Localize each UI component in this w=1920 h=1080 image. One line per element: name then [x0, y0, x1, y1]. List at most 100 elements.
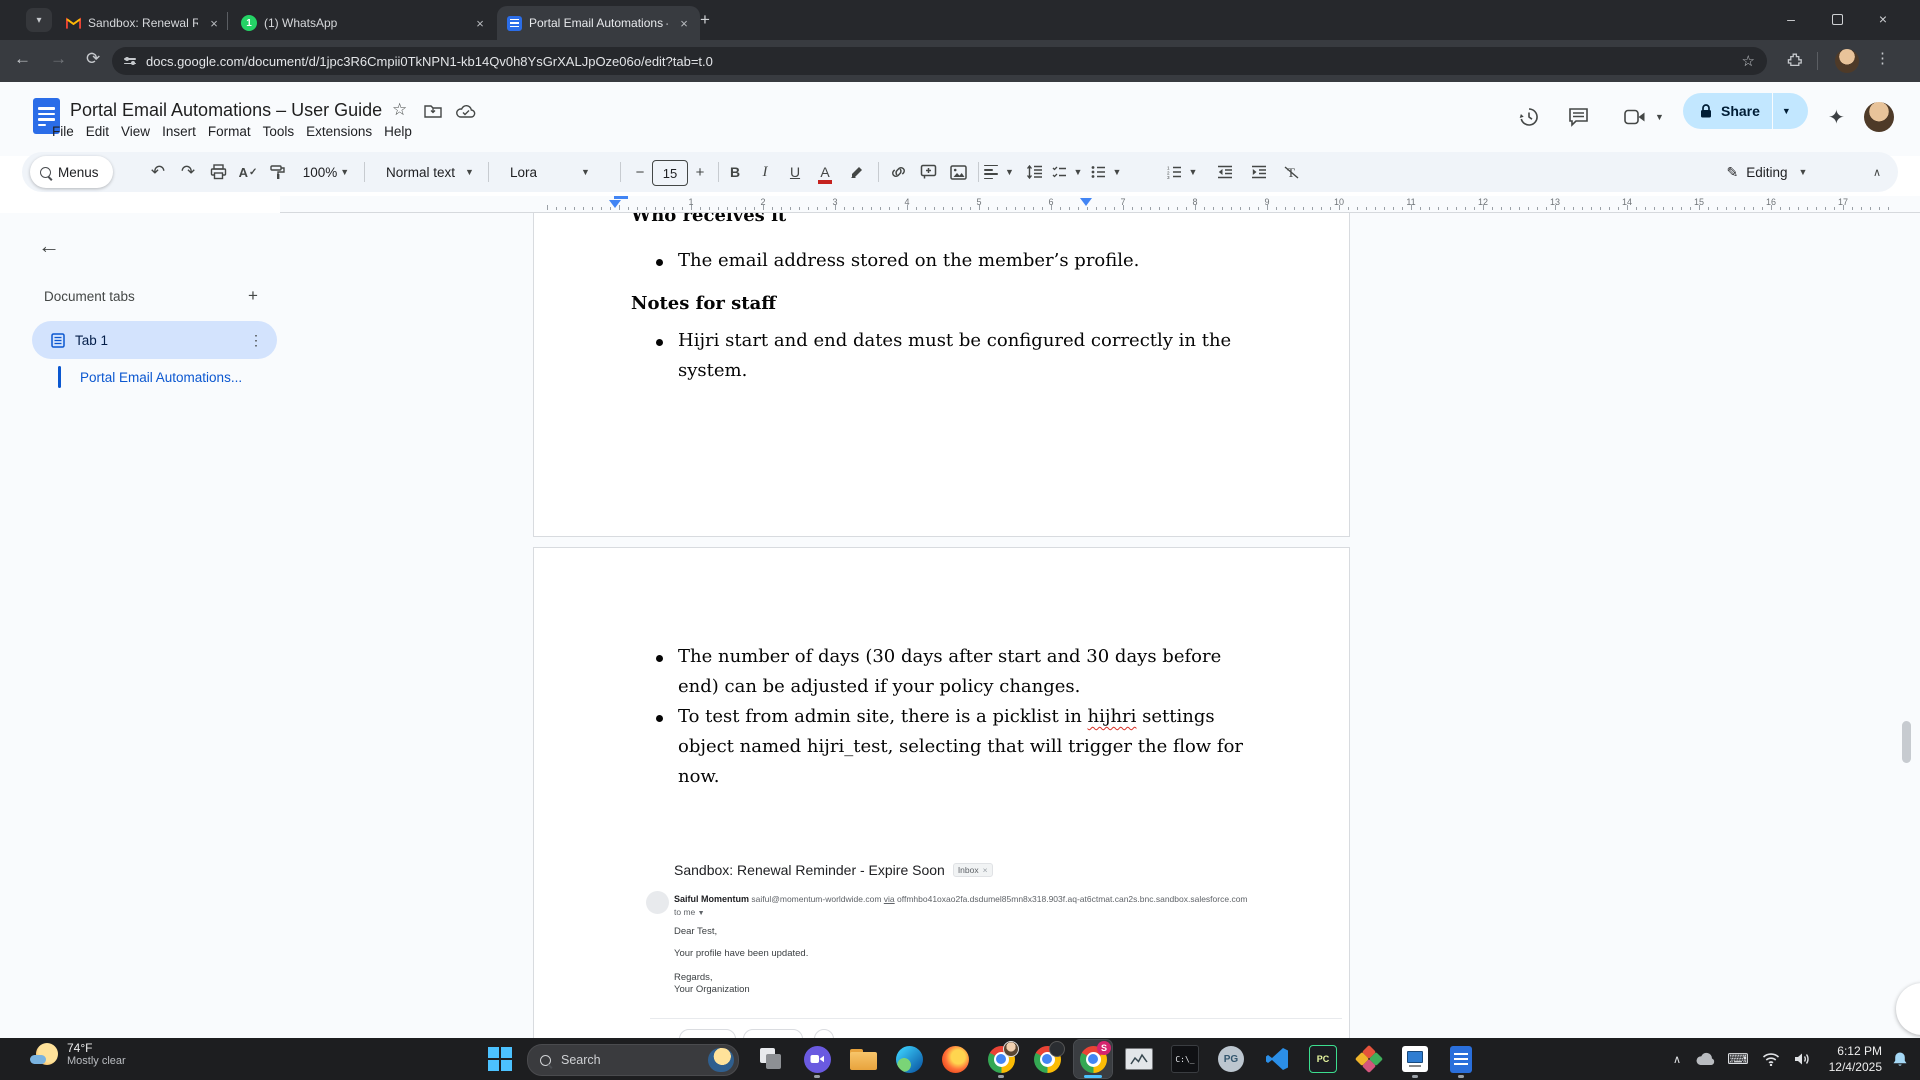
- taskbar-icon-edge[interactable]: [890, 1040, 928, 1078]
- comments-icon[interactable]: [1568, 107, 1589, 132]
- taskbar-icon-system-monitor[interactable]: [1120, 1040, 1158, 1078]
- font-size-increase[interactable]: +: [688, 152, 712, 192]
- document-title[interactable]: Portal Email Automations – User Guide: [70, 100, 382, 121]
- start-button[interactable]: [488, 1047, 512, 1071]
- notification-bell-icon[interactable]: [1886, 1038, 1914, 1080]
- onedrive-cloud-icon[interactable]: [1692, 1038, 1718, 1080]
- menu-help[interactable]: Help: [378, 122, 418, 141]
- close-tab-icon[interactable]: ×: [472, 15, 488, 31]
- taskbar-icon-taskpro[interactable]: [1396, 1040, 1434, 1078]
- tray-clock[interactable]: 6:12 PM 12/4/2025: [1822, 1043, 1882, 1075]
- tab-options-icon[interactable]: ⋮: [249, 332, 263, 349]
- bold-button[interactable]: B: [722, 152, 748, 192]
- star-icon[interactable]: ☆: [392, 100, 407, 120]
- line-spacing-icon[interactable]: [1020, 152, 1048, 192]
- reload-icon[interactable]: ⟳: [86, 49, 100, 69]
- paragraph-style-select[interactable]: Normal text▼: [378, 152, 486, 192]
- doc-page-2[interactable]: The number of days (30 days after start …: [533, 547, 1350, 1038]
- collapse-side-panel-button[interactable]: ‹: [1896, 983, 1920, 1035]
- site-info-icon[interactable]: [124, 58, 136, 64]
- align-button[interactable]: ▼: [982, 152, 1016, 192]
- close-tab-icon[interactable]: ×: [676, 15, 692, 31]
- window-minimize-button[interactable]: –: [1768, 0, 1814, 38]
- share-dropdown-icon[interactable]: ▼: [1782, 106, 1791, 116]
- font-size-input[interactable]: 15: [652, 160, 688, 186]
- cloud-status-icon[interactable]: [456, 104, 476, 124]
- print-icon[interactable]: [204, 152, 232, 192]
- highlight-color-button[interactable]: [844, 152, 870, 192]
- browser-tab-docs-active[interactable]: Portal Email Automations – Use ×: [497, 6, 700, 40]
- underline-button[interactable]: U: [782, 152, 808, 192]
- spellcheck-icon[interactable]: A✓: [234, 152, 262, 192]
- undo-icon[interactable]: ↶: [144, 152, 172, 192]
- browser-tab-gmail[interactable]: Sandbox: Renewal Reminder - E ×: [58, 6, 230, 40]
- taskbar-icon-file-explorer[interactable]: [844, 1040, 882, 1078]
- numbered-list-button[interactable]: 123 ▼: [1164, 152, 1200, 192]
- increase-indent-icon[interactable]: [1244, 152, 1274, 192]
- bulleted-list-button[interactable]: ▼: [1088, 152, 1124, 192]
- window-close-button[interactable]: ×: [1860, 0, 1906, 38]
- address-bar[interactable]: docs.google.com/document/d/1jpc3R6Cmpii0…: [112, 47, 1767, 75]
- menu-extensions[interactable]: Extensions: [300, 122, 378, 141]
- menu-edit[interactable]: Edit: [80, 122, 115, 141]
- taskbar-icon-dev-app[interactable]: [1350, 1040, 1388, 1078]
- taskbar-icon-writer-doc[interactable]: [1442, 1040, 1480, 1078]
- account-avatar[interactable]: [1864, 102, 1894, 132]
- back-arrow-icon[interactable]: ←: [38, 233, 60, 259]
- menu-file[interactable]: File: [46, 122, 80, 141]
- checklist-button[interactable]: ▼: [1050, 152, 1084, 192]
- font-size-decrease[interactable]: −: [628, 152, 652, 192]
- menu-view[interactable]: View: [115, 122, 156, 141]
- taskbar-icon-terminal[interactable]: C:\_: [1166, 1040, 1204, 1078]
- first-line-indent-marker[interactable]: [614, 196, 628, 199]
- taskbar-icon-chrome-active[interactable]: S: [1074, 1040, 1112, 1078]
- browser-profile-avatar[interactable]: [1835, 49, 1859, 73]
- close-tab-icon[interactable]: ×: [206, 15, 222, 31]
- bookmark-star-icon[interactable]: ☆: [1742, 52, 1755, 70]
- taskbar-icon-chrome-profile2[interactable]: [1028, 1040, 1066, 1078]
- browser-menu-icon[interactable]: ⋮: [1875, 49, 1890, 67]
- window-maximize-button[interactable]: [1814, 0, 1860, 38]
- taskbar-icon-postgresql[interactable]: PG: [1212, 1040, 1250, 1078]
- text-color-button[interactable]: A: [812, 152, 838, 192]
- taskbar-icon-task-view[interactable]: [752, 1040, 790, 1078]
- menus-search-button[interactable]: Menus: [30, 156, 113, 188]
- menu-format[interactable]: Format: [202, 122, 257, 141]
- tab-search-icon[interactable]: ▾: [26, 8, 52, 32]
- meet-video-button[interactable]: ▼: [1624, 109, 1664, 125]
- taskbar-search-box[interactable]: Search: [527, 1044, 739, 1076]
- taskbar-icon-video-app[interactable]: [798, 1040, 836, 1078]
- new-tab-button[interactable]: +: [700, 10, 710, 30]
- menu-tools[interactable]: Tools: [257, 122, 301, 141]
- add-tab-button[interactable]: +: [248, 286, 258, 306]
- outline-item[interactable]: Portal Email Automations...: [80, 370, 242, 385]
- tray-chevron-up-icon[interactable]: ∧: [1665, 1038, 1689, 1080]
- insert-link-icon[interactable]: [884, 152, 912, 192]
- clear-formatting-icon[interactable]: T: [1276, 152, 1306, 192]
- taskbar-icon-chrome-profile1[interactable]: [982, 1040, 1020, 1078]
- hide-menus-chevron-icon[interactable]: ∧: [1862, 152, 1892, 192]
- weather-widget[interactable]: 74°F Mostly clear: [30, 1041, 126, 1069]
- font-select[interactable]: Lora▼: [500, 152, 606, 192]
- doc-page-1[interactable]: Who receives it The email address stored…: [533, 213, 1350, 537]
- editing-mode-select[interactable]: ✎ Editing ▼: [1712, 152, 1822, 192]
- back-icon[interactable]: ←: [14, 49, 31, 69]
- browser-tab-whatsapp[interactable]: 1 (1) WhatsApp ×: [233, 6, 496, 40]
- add-comment-icon[interactable]: [914, 152, 942, 192]
- italic-button[interactable]: I: [752, 152, 778, 192]
- paint-format-icon[interactable]: [264, 152, 292, 192]
- horizontal-ruler[interactable]: 1234567891011121314151617: [280, 196, 1920, 213]
- share-button[interactable]: Share ▼: [1683, 93, 1808, 129]
- zoom-select[interactable]: 100%▼: [300, 152, 352, 192]
- wifi-icon[interactable]: [1757, 1038, 1785, 1080]
- volume-icon[interactable]: [1788, 1038, 1816, 1080]
- vertical-scrollbar-thumb[interactable]: [1902, 721, 1911, 763]
- sidebar-tab-1[interactable]: Tab 1 ⋮: [32, 321, 277, 359]
- menu-insert[interactable]: Insert: [156, 122, 202, 141]
- right-indent-marker[interactable]: [1080, 198, 1092, 206]
- decrease-indent-icon[interactable]: [1210, 152, 1240, 192]
- taskbar-icon-firefox[interactable]: [936, 1040, 974, 1078]
- taskbar-icon-vscode[interactable]: [1258, 1040, 1296, 1078]
- taskbar-icon-pycharm[interactable]: PC: [1304, 1040, 1342, 1078]
- gemini-sparkle-icon[interactable]: ✦: [1828, 105, 1845, 130]
